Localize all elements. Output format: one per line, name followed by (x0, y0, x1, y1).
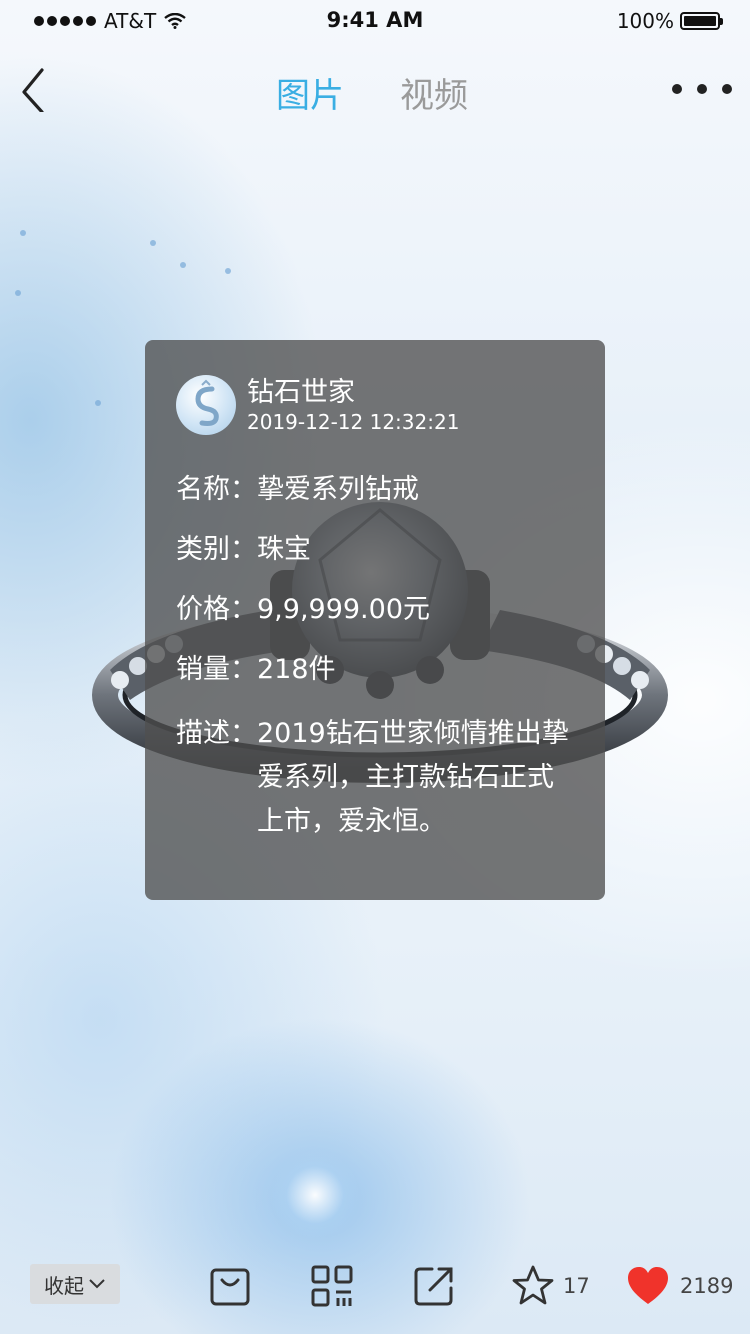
favorite-count: 17 (563, 1274, 590, 1298)
star-icon[interactable] (511, 1264, 555, 1308)
desc-label: 描述： (176, 718, 257, 749)
battery-info: 100% (616, 9, 723, 33)
product-category: 珠宝 (257, 534, 311, 565)
sparkle (225, 268, 231, 274)
sparkle (15, 290, 21, 296)
sparkle (180, 262, 186, 268)
product-sales-row: 销量：218件 (176, 646, 336, 694)
heart-icon[interactable] (626, 1264, 670, 1308)
product-info-panel: 钻石世家 2019-12-12 12:32:21 名称：挚爱系列钻戒 类别：珠宝… (145, 340, 605, 900)
product-category-row: 类别：珠宝 (176, 526, 311, 574)
status-bar: AT&T 9:41 AM 100% (0, 0, 750, 40)
battery-icon (680, 12, 723, 30)
shop-avatar[interactable] (176, 375, 236, 435)
back-arrow-icon[interactable] (18, 68, 58, 112)
sparkle (20, 230, 26, 236)
chevron-down-icon (89, 1279, 105, 1289)
like-count: 2189 (680, 1274, 734, 1298)
product-description-row: 描述： 2019钻石世家倾情推出挚爱系列，主打款钻石正式上市，爱永恒。 (176, 712, 575, 844)
product-price: 9,9,999.00元 (257, 594, 430, 625)
battery-percent: 100% (616, 9, 674, 33)
share-icon[interactable] (412, 1264, 456, 1308)
shop-name[interactable]: 钻石世家 (247, 370, 355, 409)
product-name-row: 名称：挚爱系列钻戒 (176, 466, 419, 514)
swan-logo-icon (195, 379, 219, 426)
shopping-bag-icon[interactable] (208, 1264, 252, 1308)
product-price-row: 价格：9,9,999.00元 (176, 586, 430, 634)
category-label: 类别： (176, 534, 257, 565)
tab-pictures[interactable]: 图片 (276, 68, 344, 117)
light-flare (270, 1150, 360, 1240)
price-label: 价格： (176, 594, 257, 625)
media-tabs: 图片 视频 (276, 68, 468, 117)
collapse-label: 收起 (44, 1273, 84, 1298)
name-label: 名称： (176, 474, 257, 505)
tab-videos[interactable]: 视频 (400, 68, 468, 117)
product-name: 挚爱系列钻戒 (257, 474, 419, 505)
bottom-action-bar: 收起 17 2189 (0, 1250, 750, 1320)
post-datetime: 2019-12-12 12:32:21 (247, 410, 460, 434)
product-description: 2019钻石世家倾情推出挚爱系列，主打款钻石正式上市，爱永恒。 (257, 718, 569, 837)
more-icon[interactable] (672, 74, 732, 104)
sparkle (95, 400, 101, 406)
sparkle (150, 240, 156, 246)
qr-code-icon[interactable] (310, 1264, 354, 1308)
sales-label: 销量： (176, 654, 257, 685)
collapse-button[interactable]: 收起 (30, 1264, 120, 1304)
nav-bar: 图片 视频 (0, 60, 750, 120)
product-sales: 218件 (257, 654, 336, 685)
